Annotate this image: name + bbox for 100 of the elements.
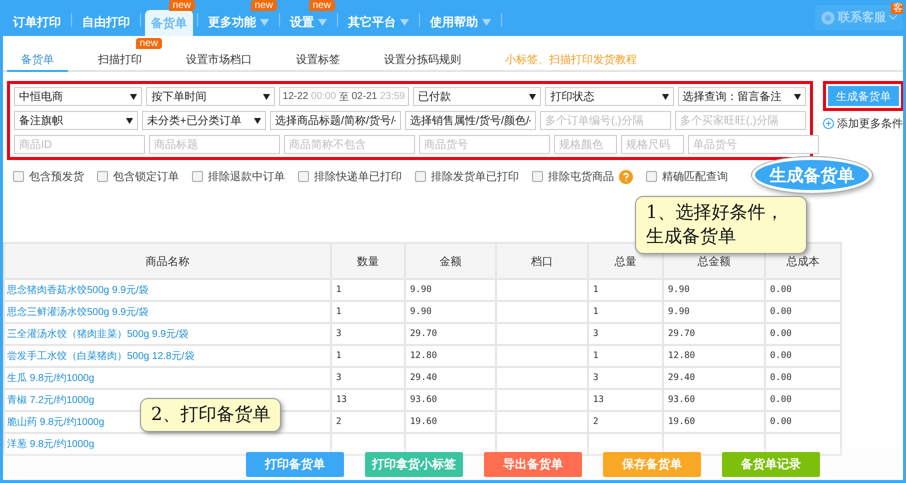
checkbox-label: 包含锁定订单: [113, 170, 179, 184]
new-badge: new: [136, 38, 162, 49]
table-cell: 29.40: [668, 373, 696, 383]
checkbox-label: 精确匹配查询: [662, 170, 728, 184]
action-button[interactable]: 打印拿货小标签: [365, 452, 463, 476]
table-cell: 9.90: [668, 307, 690, 317]
sub-tab[interactable]: 设置市场档口: [172, 49, 266, 72]
plus-circle-icon: [823, 118, 834, 129]
callout-note: 1、选择好条件，生成备货单: [635, 196, 807, 254]
table-cell: 0.00: [770, 373, 792, 383]
table-cell: 1: [593, 285, 598, 295]
column-header: 数量: [331, 243, 405, 279]
dropdown-select[interactable]: 选择查询：留言备注: [678, 87, 806, 106]
column-header: 档口: [496, 243, 588, 279]
checkbox[interactable]: [646, 171, 657, 182]
table-cell: 1: [593, 307, 598, 317]
nav-tab[interactable]: 设置: [284, 10, 333, 35]
product-name-link[interactable]: 青椒 7.2元/约1000g: [7, 395, 94, 406]
checkbox[interactable]: [532, 171, 543, 182]
input-field[interactable]: 商品ID: [14, 135, 145, 154]
table-cell: 9.90: [668, 285, 690, 295]
sub-tab[interactable]: 设置标签: [282, 49, 354, 72]
checkbox-label: 排除发货单已打印: [431, 170, 519, 184]
table-cell: 9.90: [410, 307, 432, 317]
input-field[interactable]: 商品标题: [149, 135, 280, 154]
dropdown-select[interactable]: 选择商品标题/简称/货号/: [270, 111, 401, 130]
action-button[interactable]: 保存备货单: [603, 452, 701, 476]
tutorial-link[interactable]: 小标签、扫描打印发货教程: [491, 49, 651, 72]
table-cell: 2: [336, 417, 342, 427]
nav-tab[interactable]: 使用帮助: [424, 10, 497, 35]
nav-tab[interactable]: 备货单: [145, 10, 193, 36]
table-cell: 3: [593, 373, 598, 383]
table-cell: 2: [593, 417, 598, 427]
dropdown-arrow-icon: [262, 94, 270, 100]
input-field[interactable]: 规格颜色: [554, 135, 617, 154]
new-badge: new: [250, 0, 277, 11]
add-more-conditions-link[interactable]: 添加更多条件: [823, 116, 903, 131]
dropdown-select[interactable]: 打印状态: [545, 87, 674, 106]
dropdown-arrow-icon: [529, 94, 536, 100]
dropdown-arrow-icon: [482, 19, 491, 26]
help-icon[interactable]: [619, 170, 633, 184]
table-cell: 29.70: [668, 329, 696, 339]
action-button[interactable]: 备货单记录: [722, 452, 820, 476]
input-field[interactable]: 多个买家旺旺(,)分隔: [675, 111, 806, 130]
table-cell: 0.00: [770, 395, 792, 405]
dropdown-select[interactable]: 选择销售属性/货号/颜色/: [405, 111, 536, 130]
dropdown-arrow-icon: [254, 118, 261, 124]
date-range-field[interactable]: 12-22 00:00 至 02-21 23:59: [278, 87, 409, 106]
nav-tab[interactable]: 自由打印: [76, 10, 136, 35]
sub-tab[interactable]: 扫描打印: [84, 49, 156, 72]
checkbox[interactable]: [415, 171, 426, 182]
dropdown-select[interactable]: 未分类+已分类订单: [142, 111, 266, 130]
dropdown-arrow-icon: [662, 94, 669, 100]
dropdown-select[interactable]: 中恒电商: [14, 87, 142, 106]
checkbox[interactable]: [298, 171, 309, 182]
sub-tab[interactable]: 设置分拣码规则: [370, 49, 475, 72]
dropdown-arrow-icon: [130, 94, 138, 100]
new-badge: new: [308, 0, 335, 11]
table-cell: 93.60: [410, 395, 438, 405]
table-cell: 1: [336, 351, 342, 361]
table-cell: 0.00: [770, 307, 792, 317]
input-field[interactable]: 单品货号: [688, 135, 819, 154]
nav-tab[interactable]: 更多功能: [202, 10, 275, 35]
column-header: 商品名称: [4, 243, 331, 279]
dropdown-select[interactable]: 备注旗帜: [14, 111, 138, 130]
action-button[interactable]: 打印备货单: [246, 452, 344, 476]
checkbox[interactable]: [13, 171, 24, 182]
generate-button[interactable]: 生成备货单: [828, 86, 899, 106]
table-cell: 0.00: [770, 417, 792, 427]
table-cell: 29.40: [410, 373, 438, 383]
product-name-link[interactable]: 洋葱 9.8元/约1000g: [7, 439, 94, 450]
chevron-down-icon: [889, 15, 897, 20]
checkbox[interactable]: [97, 171, 108, 182]
new-badge: new: [168, 0, 195, 11]
input-field[interactable]: 商品货号: [419, 135, 550, 154]
table-cell: 0.00: [770, 351, 792, 361]
dropdown-select[interactable]: 已付款: [413, 87, 542, 106]
table-cell: 1: [593, 351, 598, 361]
checkbox-label: 排除屯货商品: [548, 170, 614, 184]
checkbox-label: 排除快递单已打印: [314, 170, 402, 184]
checkbox[interactable]: [192, 171, 203, 182]
callout-bubble: 生成备货单: [755, 160, 869, 190]
input-field[interactable]: 规格尺码: [621, 135, 684, 154]
table-cell: 1: [336, 307, 342, 317]
table-cell: 12.80: [410, 351, 438, 361]
input-field[interactable]: 商品简称不包含: [284, 135, 415, 154]
checkbox-label: 包含预发货: [29, 170, 84, 184]
dropdown-arrow-icon: [318, 19, 327, 26]
nav-tab[interactable]: 其它平台: [342, 10, 415, 35]
product-name-link[interactable]: 脆山药 9.8元/约1000g: [7, 417, 104, 428]
dropdown-select[interactable]: 按下单时间: [146, 87, 275, 106]
table-cell: 19.60: [410, 417, 438, 427]
callout-note: 2、打印备货单: [140, 398, 282, 432]
input-field[interactable]: 多个订单编号(,)分隔: [540, 111, 671, 130]
table-cell: 3: [336, 329, 342, 339]
nav-tab[interactable]: 订单打印: [7, 10, 67, 35]
sub-tab[interactable]: 备货单: [7, 49, 68, 72]
product-name-link[interactable]: 生瓜 9.8元/约1000g: [7, 373, 94, 384]
action-button[interactable]: 导出备货单: [484, 452, 582, 476]
dropdown-arrow-icon: [400, 19, 409, 26]
